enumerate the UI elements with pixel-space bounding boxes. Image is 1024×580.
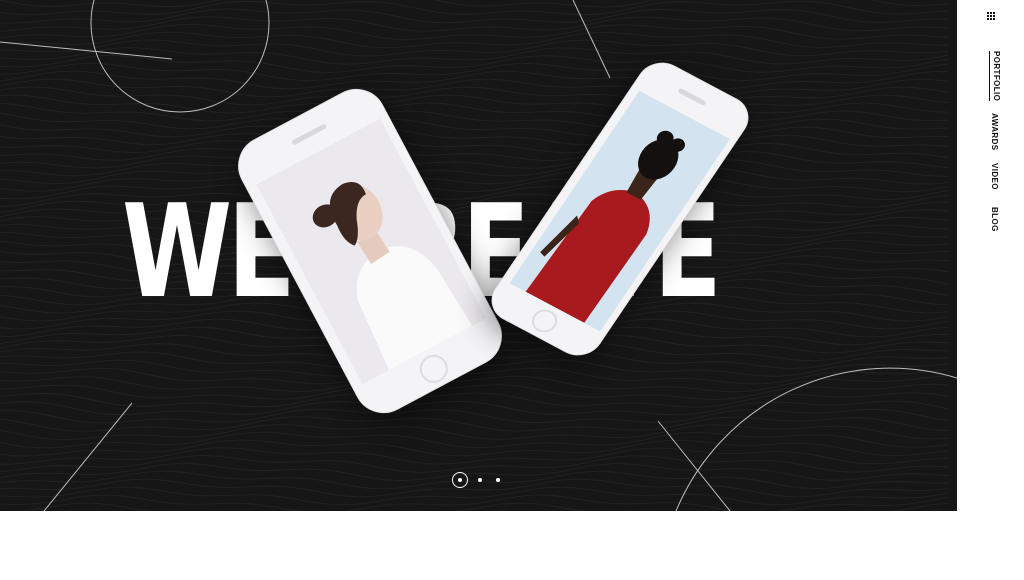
nav-item-portfolio[interactable]: PORTFOLIO (989, 51, 1001, 102)
phone-home-button (414, 349, 453, 388)
phone-home-button (527, 305, 562, 337)
decor-line-top-left (0, 41, 173, 60)
slider-dot-3[interactable] (496, 478, 500, 482)
slider-dot-2[interactable] (478, 478, 482, 482)
nav-item-awards[interactable]: AWARDS (989, 113, 999, 151)
decor-arc-bottom-right (675, 367, 957, 511)
decor-circle-top (90, 0, 270, 113)
decor-line-top-middle (572, 0, 611, 79)
nav-item-blog[interactable]: BLOG (989, 207, 999, 232)
slider-pagination (452, 471, 514, 489)
nav-item-video[interactable]: VIDEO (989, 163, 999, 190)
hero-section: WE CREATE (0, 0, 957, 511)
decor-line-bottom-right (657, 420, 731, 511)
decor-line-bottom-left (43, 402, 133, 511)
phone-speaker (677, 87, 707, 107)
phone-speaker (291, 123, 328, 146)
slider-dot-1-active[interactable] (452, 472, 468, 488)
grid-menu-icon[interactable] (987, 12, 995, 20)
